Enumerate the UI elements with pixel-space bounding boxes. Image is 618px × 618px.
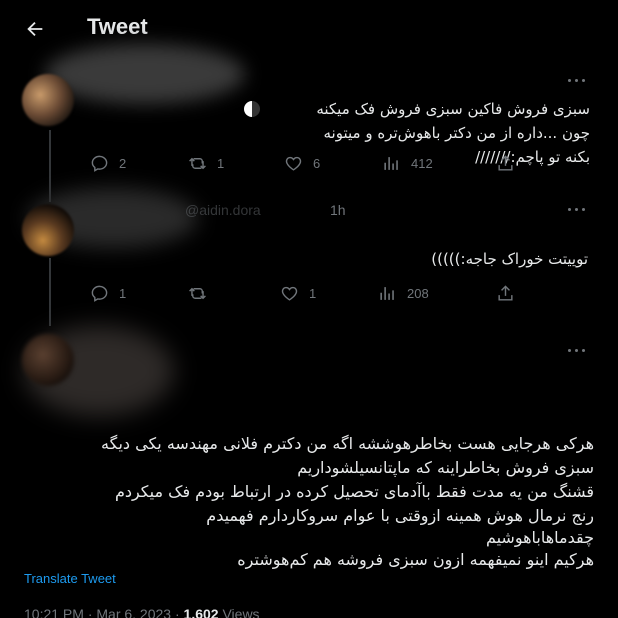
share-button[interactable]: [496, 283, 515, 303]
reply-count: 1: [119, 285, 127, 301]
heart-icon: [285, 156, 302, 171]
like-button[interactable]: 6: [284, 153, 320, 173]
tweet-text: سبزی فروش فاکین سبزی فروش فک میکنه چون .…: [316, 100, 590, 166]
main-tweet-line: چقدماهاباهوشیم: [485, 528, 594, 547]
redacted-name-blur: [45, 44, 245, 104]
tweet-handle[interactable]: @aidin.dora: [185, 202, 261, 218]
main-tweet-line: هرکیم اینو نمیفهمه ازون سبزی فروشه هم کم…: [237, 550, 594, 569]
back-arrow-icon[interactable]: [24, 18, 46, 40]
more-options-icon[interactable]: [566, 205, 588, 215]
views-count: 208: [407, 285, 429, 301]
views-button[interactable]: 208: [378, 283, 429, 303]
main-tweet-line: قشنگ من یه مدت فقط باآدمای تحصیل کرده در…: [114, 482, 594, 501]
tweet-time[interactable]: 1h: [330, 202, 346, 218]
retweet-button[interactable]: 1: [188, 153, 224, 173]
main-tweet-line: رنج نرمال هوش همینه ازوقتی با عوام سروکا…: [206, 506, 594, 525]
tweet-timestamp[interactable]: 10:21 PM · Mar 6, 2023 ·: [24, 606, 180, 618]
page-title: Tweet: [87, 14, 148, 39]
more-options-icon[interactable]: [566, 346, 588, 356]
more-options-icon[interactable]: [566, 76, 588, 86]
views-icon: [380, 286, 394, 300]
tweet-footer: 10:21 PM · Mar 6, 2023 · 1,602 Views: [24, 606, 260, 618]
main-tweet-line: هرکی هرجایی هست بخاطرهوششه اگه من دکترم …: [101, 434, 594, 453]
views-label: Views: [222, 606, 260, 618]
tweet-text: توییتت خوراک جاجه:))))): [431, 250, 588, 268]
avatar[interactable]: [22, 204, 74, 256]
main-tweet-line: سبزی فروش بخاطراینه که ماپتانسیلشوداریم: [297, 458, 594, 477]
share-icon: [498, 154, 513, 171]
reply-button[interactable]: 1: [90, 283, 126, 303]
like-count: 1: [309, 285, 317, 301]
views-button[interactable]: 412: [382, 153, 433, 173]
views-total: 1,602: [183, 606, 219, 618]
reply-count: 2: [119, 155, 127, 171]
reply-button[interactable]: 2: [90, 153, 126, 173]
reply-icon: [91, 285, 108, 302]
share-button[interactable]: [496, 153, 515, 173]
views-count: 412: [411, 155, 433, 171]
avatar[interactable]: [22, 334, 74, 386]
like-button[interactable]: 1: [280, 283, 316, 303]
retweet-count: 1: [217, 155, 225, 171]
share-icon: [498, 284, 513, 301]
retweet-button[interactable]: [188, 283, 207, 303]
reply-icon: [91, 155, 108, 172]
thread-line: [49, 258, 51, 326]
retweet-icon: [189, 287, 206, 299]
heart-icon: [281, 286, 298, 301]
views-icon: [384, 156, 398, 170]
emoji-icon: [244, 101, 260, 117]
retweet-icon: [189, 157, 206, 169]
translate-tweet-link[interactable]: Translate Tweet: [24, 571, 116, 586]
like-count: 6: [313, 155, 321, 171]
avatar[interactable]: [22, 74, 74, 126]
thread-line: [49, 130, 51, 202]
